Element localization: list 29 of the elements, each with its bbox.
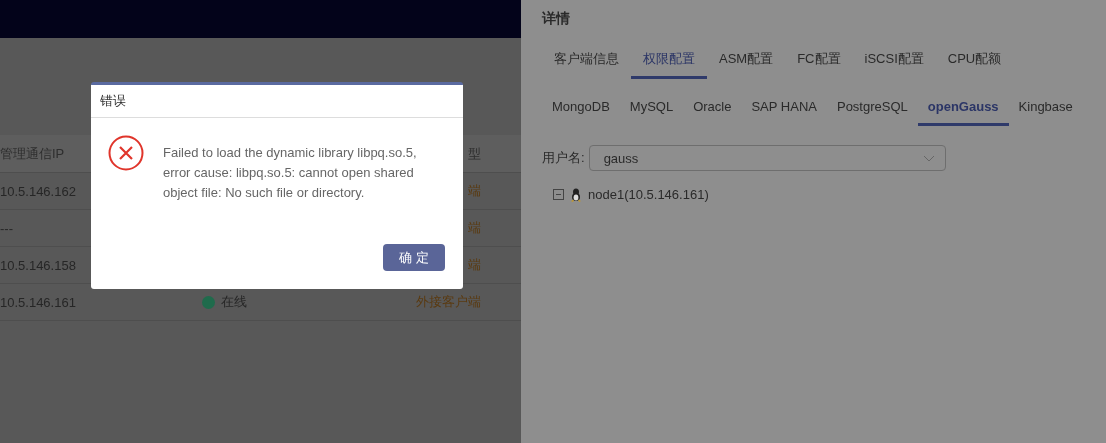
penguin-icon: [570, 187, 582, 202]
tab[interactable]: Oracle: [683, 89, 742, 126]
error-icon: [108, 135, 144, 171]
table-cell: 端: [468, 256, 481, 274]
table-cell: 端: [468, 219, 481, 237]
tab[interactable]: openGauss: [917, 89, 1009, 126]
field-label: 用户名:: [542, 149, 585, 167]
tab[interactable]: iSCSI配置: [852, 42, 936, 79]
dialog-title: 错误: [100, 92, 126, 110]
panel-title: 详情: [542, 10, 571, 28]
collapse-icon[interactable]: [553, 189, 564, 200]
table-cell: 端: [468, 182, 481, 200]
tab[interactable]: MongoDB: [542, 89, 620, 126]
tab[interactable]: SAP HANA: [741, 89, 827, 126]
table-cell: 外接客户端: [416, 293, 481, 311]
tab[interactable]: FC配置: [785, 42, 853, 79]
tab[interactable]: PostgreSQL: [826, 89, 918, 126]
chevron-down-icon: [922, 154, 935, 162]
tree-node[interactable]: node1(10.5.146.161): [588, 187, 709, 202]
tab[interactable]: CPU配额: [935, 42, 1014, 79]
confirm-button[interactable]: 确 定: [383, 244, 445, 271]
table-cell: ---: [0, 220, 13, 236]
tab[interactable]: MySQL: [619, 89, 684, 126]
tab[interactable]: 权限配置: [631, 42, 707, 79]
error-message: Failed to load the dynamic library libpq.so.5, error cause: libpq.so.5: cannot open shared object file: No such file or directory.: [163, 144, 418, 202]
tab[interactable]: Kingbase: [1008, 89, 1083, 126]
tab[interactable]: 客户端信息: [542, 42, 631, 79]
tab[interactable]: ASM配置: [707, 42, 786, 79]
user-select[interactable]: gauss: [588, 145, 946, 171]
